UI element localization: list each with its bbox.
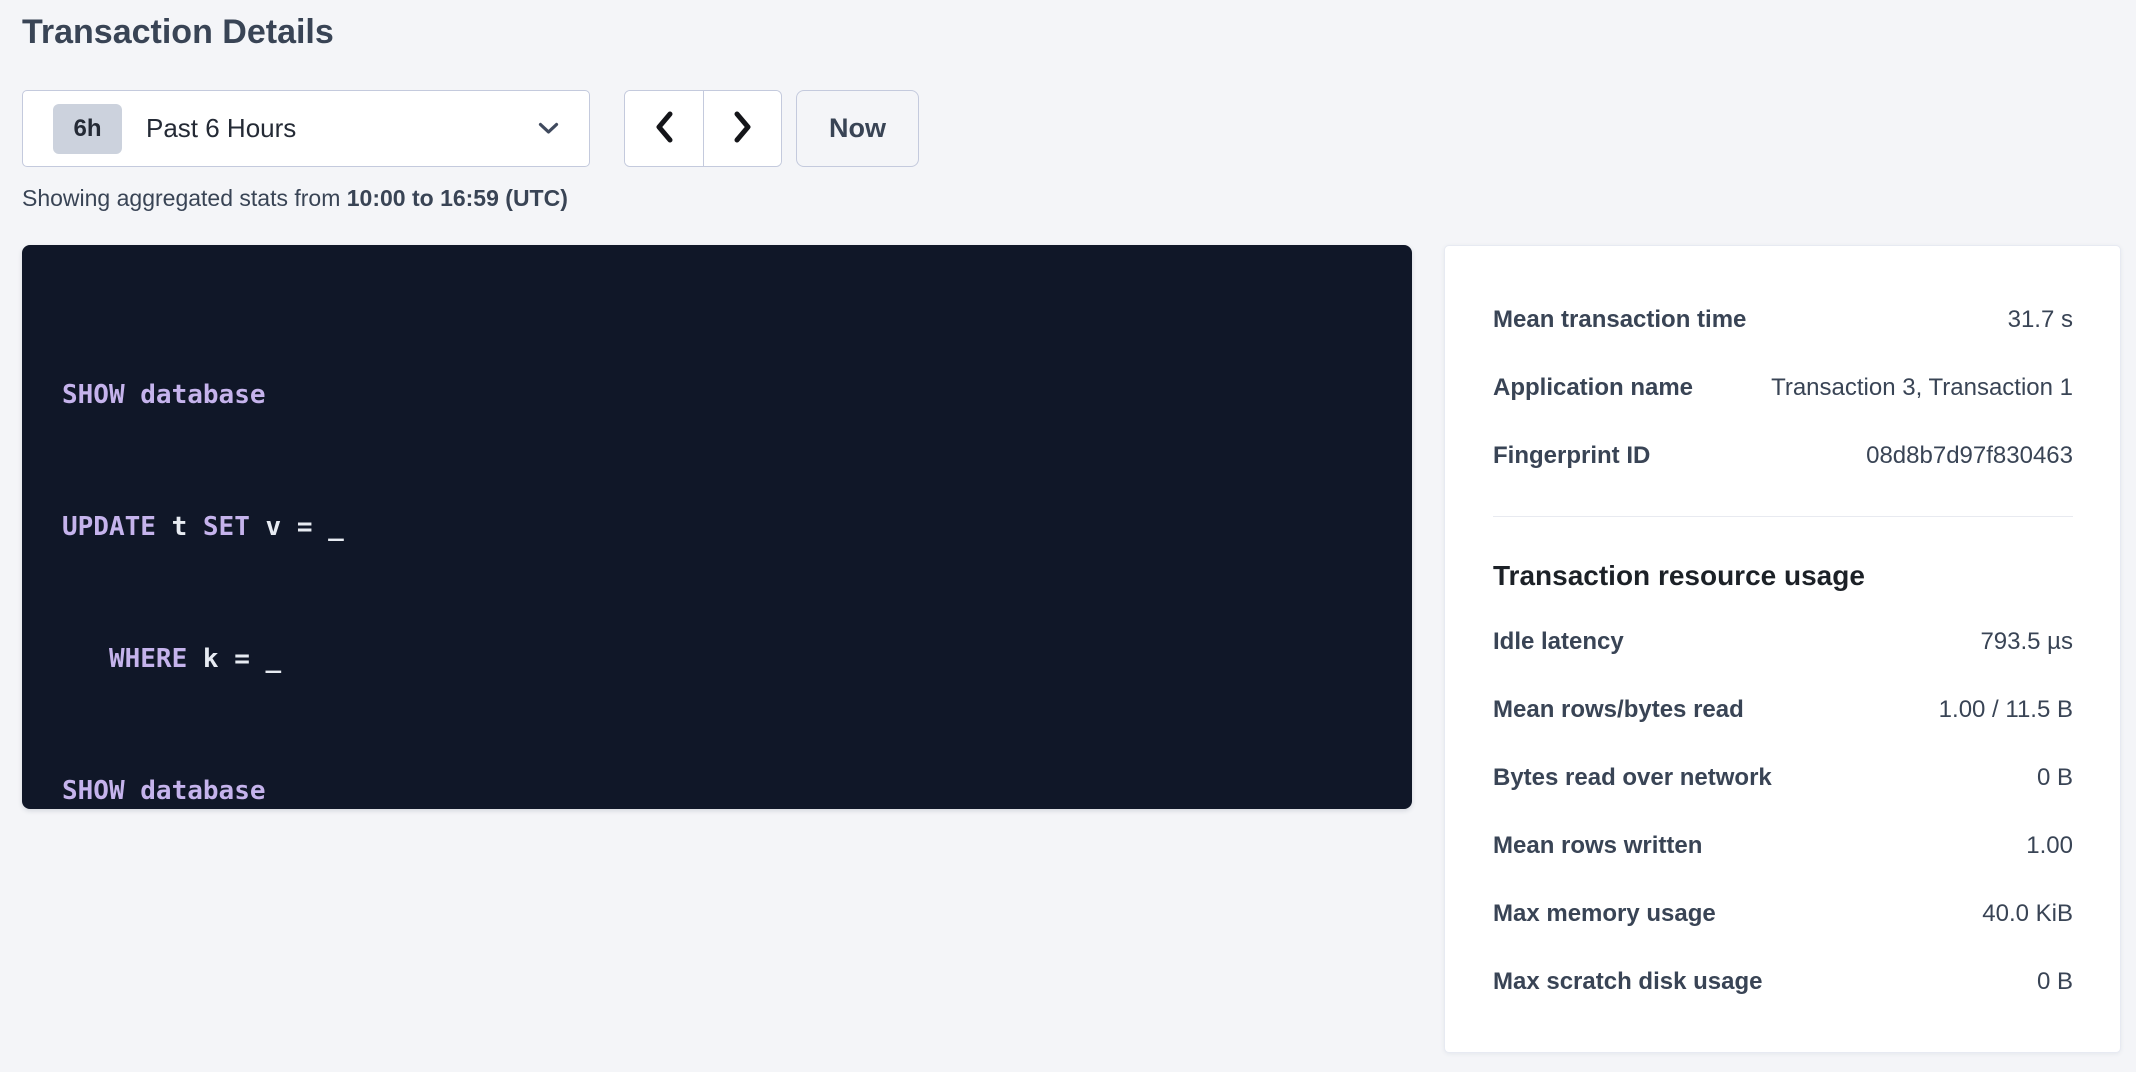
- stat-row: Idle latency 793.5 µs: [1493, 608, 2073, 676]
- stat-row: Bytes read over network 0 B: [1493, 744, 2073, 812]
- stat-value: 31.7 s: [2008, 306, 2073, 334]
- stat-row: Max memory usage 40.0 KiB: [1493, 880, 2073, 948]
- stat-value: Transaction 3, Transaction 1: [1771, 374, 2073, 402]
- chevron-right-icon: [731, 110, 755, 147]
- sql-keyword: database: [140, 380, 265, 410]
- chevron-left-icon: [652, 110, 676, 147]
- stat-label: Application name: [1493, 374, 1693, 402]
- sql-keyword: database: [140, 776, 265, 806]
- stat-value: 08d8b7d97f830463: [1866, 442, 2073, 470]
- stat-row: Fingerprint ID 08d8b7d97f830463: [1493, 422, 2073, 490]
- aggregation-range-text: Showing aggregated stats from 10:00 to 1…: [22, 184, 2121, 212]
- prev-time-button[interactable]: [625, 91, 703, 166]
- now-button[interactable]: Now: [796, 90, 919, 167]
- sql-keyword: UPDATE: [62, 512, 156, 542]
- stat-label: Bytes read over network: [1493, 764, 1772, 792]
- stat-row: Mean rows/bytes read 1.00 / 11.5 B: [1493, 676, 2073, 744]
- stat-label: Mean transaction time: [1493, 306, 1746, 334]
- sql-line: SHOW database: [62, 769, 1372, 813]
- stat-value: 793.5 µs: [1980, 628, 2073, 656]
- time-range-label: Past 6 Hours: [146, 113, 296, 144]
- stat-label: Max memory usage: [1493, 900, 1716, 928]
- aggregation-range-prefix: Showing aggregated stats from: [22, 185, 347, 211]
- stat-row: Application name Transaction 3, Transact…: [1493, 354, 2073, 422]
- sql-line: WHERE k = _: [62, 637, 1372, 681]
- transaction-details-page: Transaction Details 6h Past 6 Hours Now …: [0, 0, 2136, 1053]
- chevron-down-icon: [538, 122, 559, 135]
- sql-keyword: SHOW: [62, 380, 125, 410]
- sql-statement-box: SHOW database UPDATE t SET v = _ WHERE k…: [22, 245, 1412, 809]
- sql-keyword: SET: [203, 512, 250, 542]
- sql-line: SHOW database: [62, 373, 1372, 417]
- stat-value: 1.00 / 11.5 B: [1939, 696, 2073, 724]
- sql-line: UPDATE t SET v = _: [62, 505, 1372, 549]
- main-content: SHOW database UPDATE t SET v = _ WHERE k…: [22, 245, 2121, 1053]
- summary-card: Mean transaction time 31.7 s Application…: [1444, 245, 2121, 1053]
- stat-label: Idle latency: [1493, 628, 1624, 656]
- sql-keyword: WHERE: [109, 644, 187, 674]
- stat-value: 0 B: [2037, 968, 2073, 996]
- stat-label: Mean rows/bytes read: [1493, 696, 1744, 724]
- stat-label: Mean rows written: [1493, 832, 1702, 860]
- stat-label: Fingerprint ID: [1493, 442, 1650, 470]
- stat-value: 1.00: [2026, 832, 2073, 860]
- time-range-dropdown[interactable]: 6h Past 6 Hours: [22, 90, 590, 167]
- stat-row: Max scratch disk usage 0 B: [1493, 948, 2073, 1016]
- stat-row: Mean rows written 1.00: [1493, 812, 2073, 880]
- resource-usage-heading: Transaction resource usage: [1493, 559, 2073, 593]
- stat-value: 0 B: [2037, 764, 2073, 792]
- page-title: Transaction Details: [22, 12, 2121, 52]
- time-controls: 6h Past 6 Hours Now: [22, 90, 2121, 167]
- sql-keyword: SHOW: [62, 776, 125, 806]
- next-time-button[interactable]: [703, 91, 781, 166]
- stat-value: 40.0 KiB: [1982, 900, 2073, 928]
- stat-row: Mean transaction time 31.7 s: [1493, 286, 2073, 354]
- card-divider: [1493, 516, 2073, 517]
- aggregation-range-value: 10:00 to 16:59 (UTC): [347, 185, 568, 211]
- time-nav-group: [624, 90, 782, 167]
- stat-label: Max scratch disk usage: [1493, 968, 1762, 996]
- time-range-badge: 6h: [53, 104, 122, 154]
